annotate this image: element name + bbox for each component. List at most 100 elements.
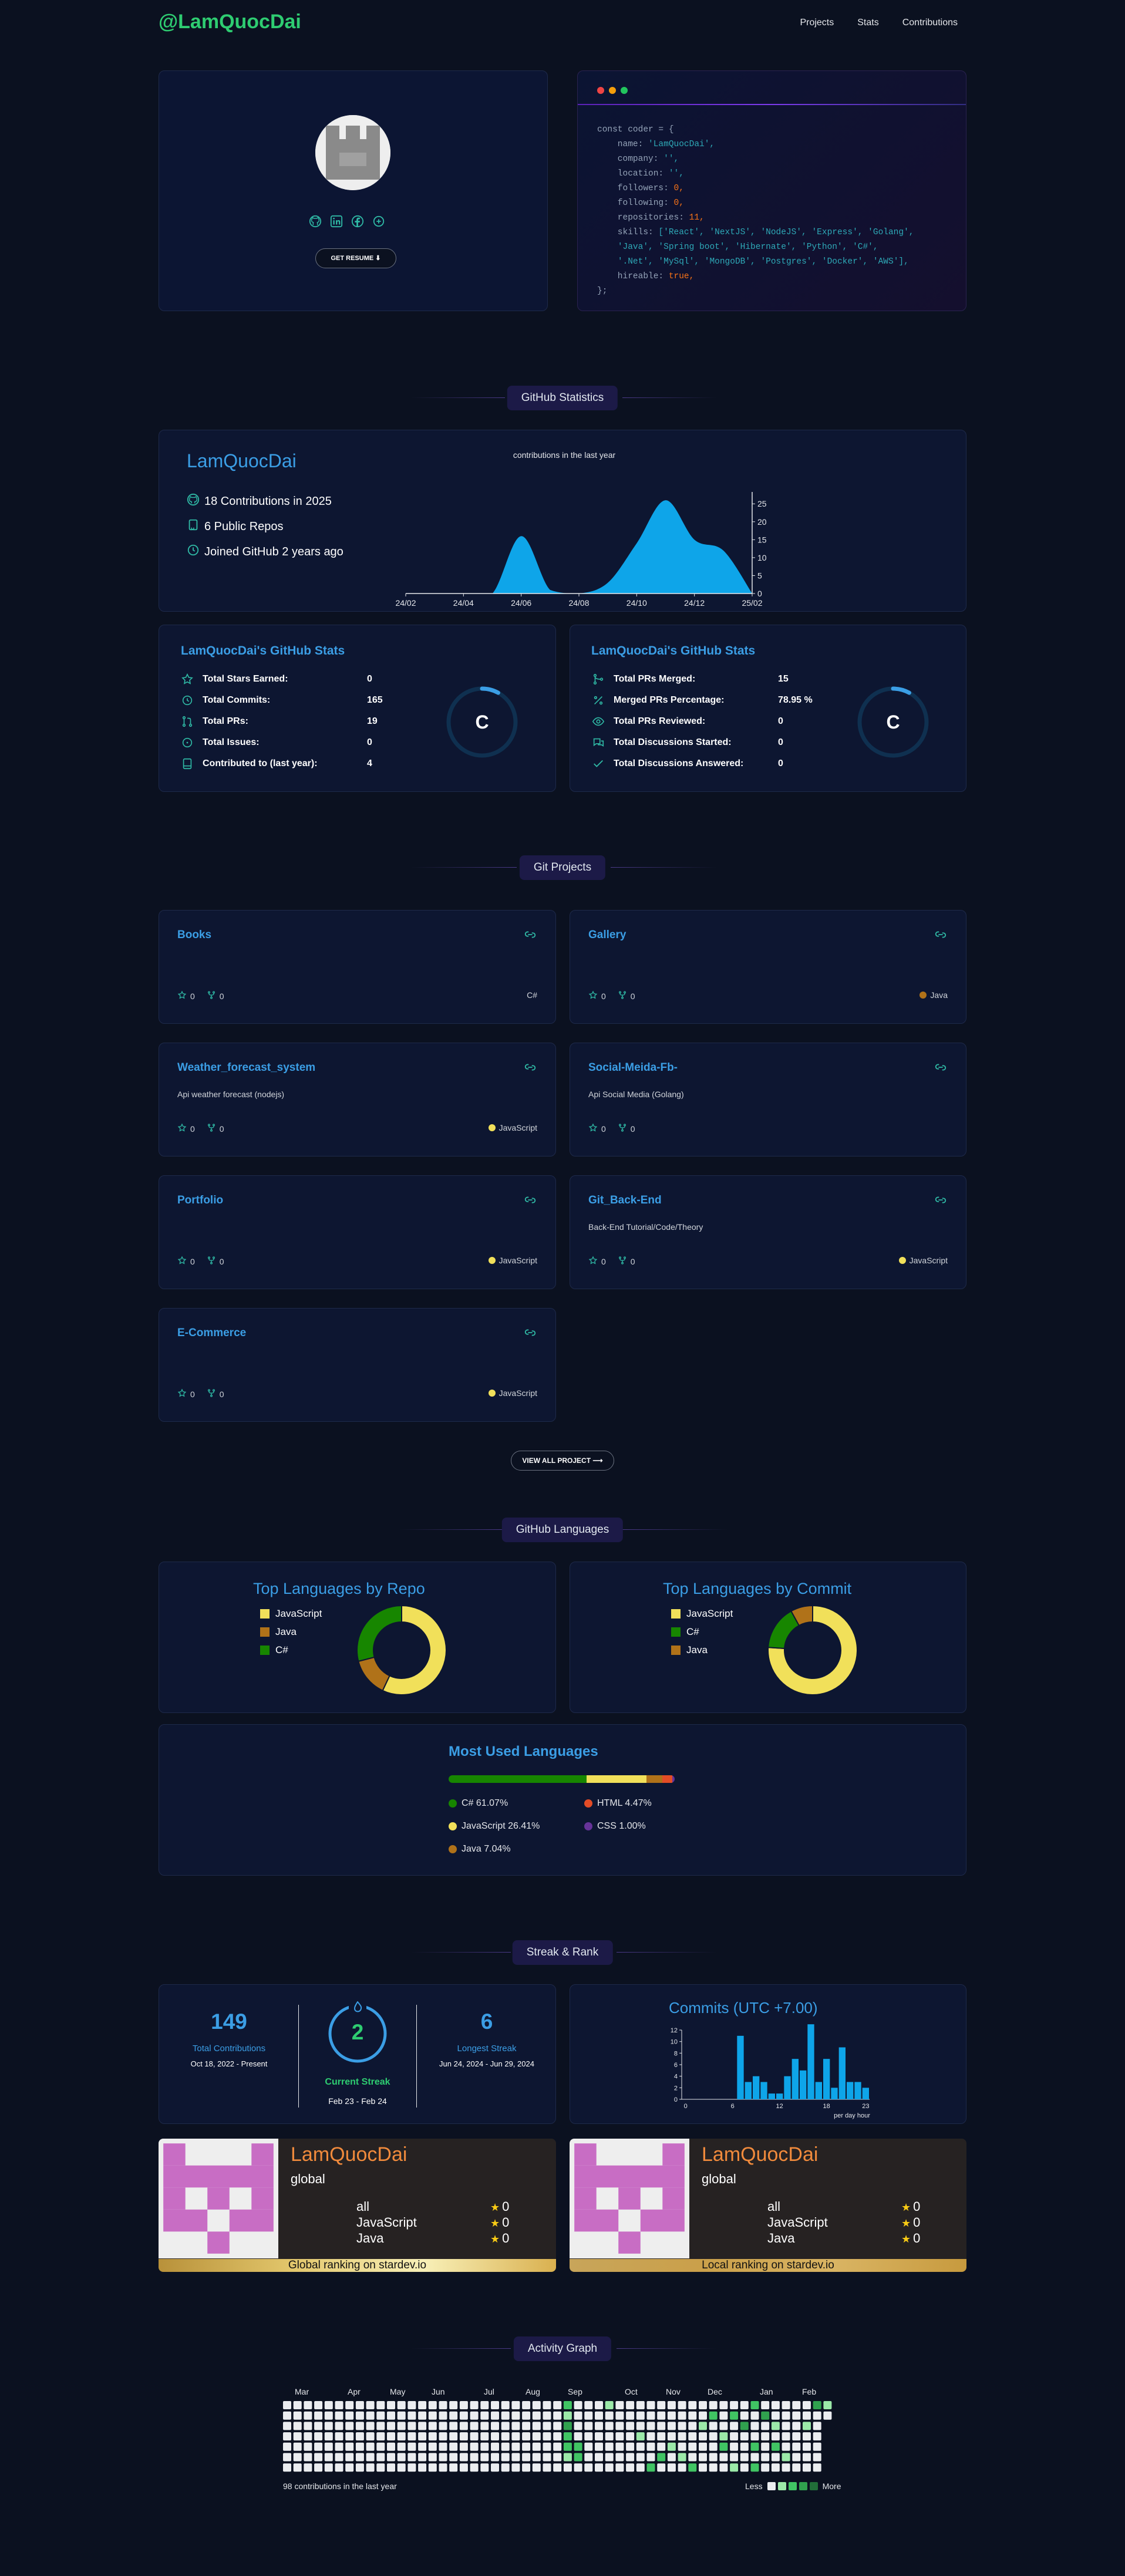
activity-cell	[345, 2442, 354, 2451]
activity-cell	[501, 2442, 510, 2451]
activity-cell	[563, 2453, 572, 2462]
activity-cell	[771, 2442, 780, 2451]
section-line-left	[399, 1529, 505, 1530]
rank-row-value: ★ 0	[490, 2199, 509, 2214]
project-name[interactable]: Weather_forecast_system	[177, 1061, 315, 1074]
project-card[interactable]: Gallery 0 0 Java	[570, 910, 966, 1024]
project-name[interactable]: Books	[177, 929, 211, 942]
donut-slice	[356, 1604, 402, 1663]
stats-card-left: LamQuocDai's GitHub Stats Total Stars Ea…	[159, 625, 556, 792]
project-name[interactable]: Gallery	[588, 929, 626, 942]
link-icon[interactable]	[524, 928, 537, 944]
activity-cell	[366, 2422, 375, 2430]
fork-icon	[618, 1123, 627, 1134]
stat-value: 15	[778, 674, 789, 684]
site-logo[interactable]: @LamQuocDai	[159, 11, 301, 33]
link-icon[interactable]	[934, 928, 947, 944]
activity-cell	[553, 2463, 562, 2472]
fork-count: 0	[219, 991, 224, 1001]
section-line-left	[411, 2348, 511, 2349]
project-card[interactable]: Git_Back-End Back-End Tutorial/Code/Theor…	[570, 1175, 966, 1289]
code-line: company: '',	[597, 152, 914, 167]
fork-icon	[618, 990, 627, 1002]
activity-cell	[678, 2422, 686, 2430]
code-key: name:	[597, 140, 649, 149]
activity-cell	[543, 2442, 551, 2451]
repo-icon	[187, 518, 200, 535]
chart-title: Commits (UTC +7.00)	[669, 1999, 818, 2017]
project-card[interactable]: Books 0 0 C#	[159, 910, 556, 1024]
fork-icon	[207, 1256, 216, 1267]
current-streak-label: Current Streak	[325, 2077, 390, 2087]
activity-cell	[522, 2453, 531, 2462]
project-name[interactable]: Social-Meida-Fb-	[588, 1061, 678, 1074]
link-icon[interactable]	[524, 1061, 537, 1077]
activity-cell	[574, 2411, 582, 2420]
project-card[interactable]: Weather_forecast_system Api weather forec…	[159, 1043, 556, 1156]
activity-cell	[376, 2401, 385, 2409]
get-resume-button[interactable]: GET RESUME ⬇	[315, 248, 396, 268]
activity-cell	[574, 2422, 582, 2430]
code-line: const coder = {	[597, 123, 914, 137]
section-line-right	[622, 1529, 728, 1530]
linkedin-icon[interactable]	[330, 215, 343, 231]
activity-cell	[543, 2422, 551, 2430]
activity-cell	[376, 2442, 385, 2451]
bar	[776, 2093, 783, 2099]
star-icon	[177, 1388, 187, 1400]
view-all-project-button[interactable]: VIEW ALL PROJECT ⟶	[511, 1451, 614, 1471]
stardev-rank-card[interactable]: LamQuocDai global all ★ 0 JavaScript ★ 0 Java ★ 0 G…	[159, 2139, 556, 2272]
legend-item: C# 61.07%	[449, 1798, 508, 1809]
activity-cell	[688, 2432, 697, 2441]
github-icon[interactable]	[309, 215, 322, 231]
language-name: JavaScript	[498, 1123, 537, 1132]
stackoverflow-icon[interactable]	[372, 215, 385, 231]
link-icon[interactable]	[524, 1326, 537, 1342]
summary-repos: 6 Public Repos	[187, 518, 284, 535]
activity-cell	[699, 2453, 707, 2462]
activity-cell	[491, 2432, 499, 2441]
activity-cell	[761, 2432, 770, 2441]
stat-label: Total Commits:	[203, 695, 271, 705]
project-card[interactable]: Portfolio 0 0 JavaScript	[159, 1175, 556, 1289]
activity-cell	[501, 2401, 510, 2409]
activity-cell	[283, 2401, 291, 2409]
nav-link-contributions[interactable]: Contributions	[902, 18, 958, 28]
nav-link-projects[interactable]: Projects	[800, 18, 834, 28]
activity-cell	[397, 2453, 406, 2462]
rank-footer-link[interactable]: Local ranking on stardev.io	[570, 2259, 966, 2272]
bar	[815, 2082, 822, 2099]
facebook-icon[interactable]	[351, 215, 364, 231]
x-tick-label: 18	[823, 2103, 830, 2110]
project-card[interactable]: E-Commerce 0 0 JavaScript	[159, 1308, 556, 1422]
stat-row: Merged PRs Percentage: 78.95 %	[592, 694, 838, 708]
link-icon[interactable]	[934, 1061, 947, 1077]
code-value: 0,	[673, 184, 684, 193]
langs-by-commit-card: Top Languages by Commit JavaScript C# Java	[570, 1562, 966, 1713]
activity-cell	[657, 2411, 666, 2420]
activity-cell	[480, 2453, 489, 2462]
bar	[831, 2088, 838, 2099]
star-count: 0	[601, 991, 606, 1001]
link-icon[interactable]	[934, 1193, 947, 1209]
activity-cell	[595, 2463, 603, 2472]
project-card[interactable]: Social-Meida-Fb- Api Social Media (Golang…	[570, 1043, 966, 1156]
nav-link-stats[interactable]: Stats	[857, 18, 878, 28]
link-icon[interactable]	[524, 1193, 537, 1209]
stardev-rank-card[interactable]: LamQuocDai global all ★ 0 JavaScript ★ 0 Java ★ 0 L…	[570, 2139, 966, 2272]
project-meta: 00	[588, 1256, 635, 1267]
rank-footer-link[interactable]: Global ranking on stardev.io	[159, 2259, 556, 2272]
activity-cell	[636, 2432, 645, 2441]
activity-month-label: Jan	[760, 2387, 773, 2396]
activity-cell	[667, 2401, 676, 2409]
activity-cell	[595, 2453, 603, 2462]
star-icon: ★	[901, 2217, 911, 2229]
activity-cell	[750, 2453, 759, 2462]
x-tick-label: 23	[862, 2103, 869, 2110]
activity-cell	[397, 2401, 406, 2409]
project-meta: 00	[177, 1256, 224, 1267]
project-name[interactable]: E-Commerce	[177, 1327, 246, 1340]
project-name[interactable]: Git_Back-End	[588, 1194, 662, 1207]
project-name[interactable]: Portfolio	[177, 1194, 223, 1207]
legend-item: C#	[671, 1623, 733, 1641]
